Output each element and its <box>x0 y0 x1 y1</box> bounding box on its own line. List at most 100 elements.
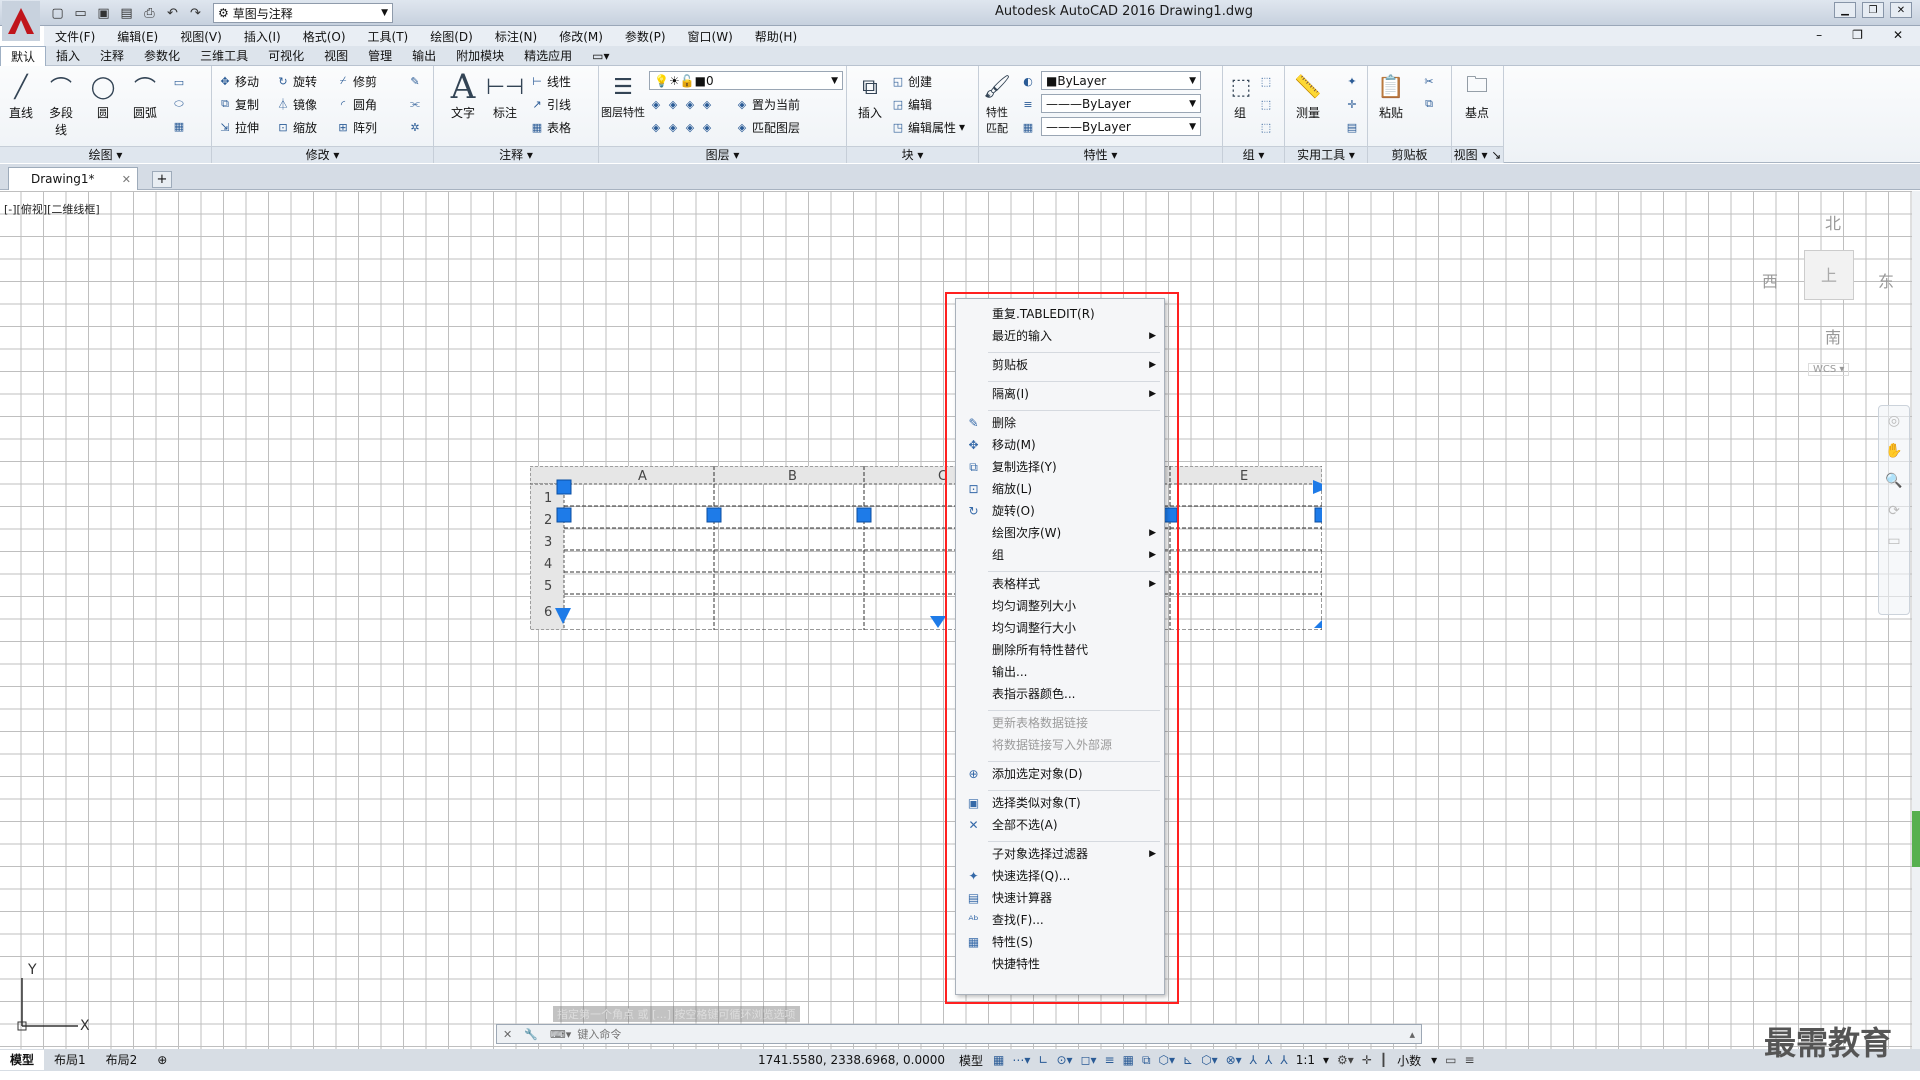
polar-icon[interactable]: ⊙▾ <box>1052 1053 1076 1067</box>
tab-annotate[interactable]: 注释 <box>90 46 134 66</box>
tab-addins[interactable]: 附加模块 <box>446 46 514 66</box>
grip-top-left[interactable] <box>556 479 572 495</box>
row-label-6[interactable]: 6 <box>544 605 552 620</box>
row-label-2[interactable]: 2 <box>544 513 552 528</box>
viewcube[interactable]: 北 西 东 南 上 WCS ▾ <box>1760 200 1900 380</box>
copy-clip-button[interactable]: ⧉ <box>1422 94 1436 114</box>
line-button[interactable]: ╱ 直线 <box>4 70 38 121</box>
menu-tools[interactable]: 工具(T) <box>357 28 420 45</box>
nav-tools-icon[interactable]: ◎ ✋ 🔍 ⟳ ▭ <box>1879 406 1909 556</box>
annotation-visibility-icon[interactable]: ⅄ <box>1246 1053 1261 1067</box>
osnap-icon[interactable]: ◻▾ <box>1077 1053 1101 1067</box>
column-label-a[interactable]: A <box>638 469 647 484</box>
tab-model[interactable]: 模型 <box>0 1050 45 1070</box>
maximize-button[interactable]: ❐ <box>1862 2 1884 18</box>
new-file-icon[interactable]: ▢ <box>48 4 67 23</box>
tab-output[interactable]: 输出 <box>402 46 446 66</box>
hatch-button[interactable]: ▦ <box>172 116 186 136</box>
workspace-selector[interactable]: ⚙ 草图与注释 ▼ <box>213 3 393 23</box>
chevron-up-icon[interactable]: ▴ <box>1403 1028 1421 1041</box>
rotate-button[interactable]: ↻ 旋转 <box>276 71 317 91</box>
grip-column-down-arrow[interactable] <box>930 616 946 628</box>
layer-dropdown[interactable]: 💡☀🔓■ 0 ▼ <box>649 71 843 90</box>
selection-filter-icon[interactable]: ⬡▾ <box>1197 1053 1222 1067</box>
circle-button[interactable]: ◯ 圆 <box>86 70 120 121</box>
layer-tools-row1[interactable]: ◈ ◈ ◈ ◈ <box>649 94 714 114</box>
add-layout-icon[interactable]: ⊕ <box>147 1050 177 1070</box>
viewcube-east[interactable]: 东 <box>1878 268 1894 292</box>
linetype-dropdown[interactable]: ——— ByLayer ▼ <box>1041 94 1201 113</box>
open-file-icon[interactable]: ▭ <box>71 4 90 23</box>
row-label-3[interactable]: 3 <box>544 535 552 550</box>
tab-3d-tools[interactable]: 三维工具 <box>190 46 258 66</box>
new-tab-button[interactable]: + <box>152 171 172 188</box>
viewcube-top-face[interactable]: 上 <box>1804 250 1854 300</box>
modify-panel-title[interactable]: 修改 ▾ <box>212 146 433 163</box>
doc-minimize-icon[interactable]: – <box>1805 28 1833 42</box>
copy-button[interactable]: ⧉ 复制 <box>218 94 259 114</box>
scroll-thumb[interactable] <box>1912 811 1920 867</box>
scale-chevron-icon[interactable]: ▾ <box>1319 1053 1333 1067</box>
quick-properties-icon[interactable]: ▭ <box>1441 1053 1460 1067</box>
close-tab-icon[interactable]: ✕ <box>122 173 131 186</box>
units-selector[interactable]: 小数 <box>1391 1052 1427 1069</box>
workspace-gear-icon[interactable]: ⚙▾ <box>1333 1053 1358 1067</box>
group-select-button[interactable]: ⬚ <box>1259 117 1273 137</box>
grip-column-a[interactable] <box>556 507 572 523</box>
column-label-b[interactable]: B <box>788 469 797 484</box>
layers-panel-title[interactable]: 图层 ▾ <box>599 146 846 163</box>
annotation-scale-icon[interactable]: ⅄ <box>1276 1053 1291 1067</box>
row-label-4[interactable]: 4 <box>544 557 552 572</box>
group-button[interactable]: ⬚ 组 <box>1225 70 1255 121</box>
polyline-button[interactable]: ⌒ 多段线 <box>44 70 78 138</box>
wrench-icon[interactable]: 🔧 <box>518 1028 544 1041</box>
viewcube-south[interactable]: 南 <box>1825 324 1841 348</box>
auto-scale-icon[interactable]: ⅄ <box>1261 1053 1276 1067</box>
menu-format[interactable]: 格式(O) <box>292 28 357 45</box>
tab-visualize[interactable]: 可视化 <box>258 46 314 66</box>
ortho-icon[interactable]: ∟ <box>1034 1053 1052 1067</box>
tab-default[interactable]: 默认 <box>0 45 47 66</box>
gizmo-icon[interactable]: ⊗▾ <box>1222 1053 1246 1067</box>
menu-parametric[interactable]: 参数(P) <box>614 28 677 45</box>
linear-button[interactable]: ⊢ 线性 <box>530 71 571 91</box>
menu-insert[interactable]: 插入(I) <box>233 28 292 45</box>
grip-column-b[interactable] <box>706 507 722 523</box>
doc-close-icon[interactable]: ✕ <box>1882 28 1914 42</box>
quick-select-button[interactable]: ✦ <box>1345 71 1359 91</box>
grip-corner-arrow[interactable] <box>1314 612 1322 628</box>
snap-icon[interactable]: ⋯▾ <box>1008 1053 1034 1067</box>
tab-drawing1[interactable]: Drawing1* ✕ <box>8 167 138 190</box>
viewport-controls-label[interactable]: [-][俯视][二维线框] <box>4 201 100 217</box>
color-dropdown[interactable]: ■ ByLayer ▼ <box>1041 71 1201 90</box>
rectangle-button[interactable]: ▭ <box>172 72 186 92</box>
fillet-button[interactable]: ◜ 圆角 <box>336 94 377 114</box>
calculator-button[interactable]: ▤ <box>1345 117 1359 137</box>
doc-restore-icon[interactable]: ❐ <box>1841 28 1874 42</box>
stretch-button[interactable]: ⇲ 拉伸 <box>218 117 259 137</box>
groups-panel-title[interactable]: 组 ▾ <box>1223 146 1284 163</box>
edit-block-button[interactable]: ◲ 编辑 <box>891 94 932 114</box>
menu-window[interactable]: 窗口(W) <box>677 28 744 45</box>
draw-panel-title[interactable]: 绘图 ▾ <box>0 146 211 163</box>
lineweight-toggle-icon[interactable]: ≡ <box>1101 1053 1119 1067</box>
plus-status-icon[interactable]: ✛ <box>1358 1053 1376 1067</box>
units-chevron-icon[interactable]: ▾ <box>1427 1053 1441 1067</box>
dynamic-ucs-icon[interactable]: ⊾ <box>1179 1053 1197 1067</box>
coordinates-readout[interactable]: 1741.5580, 2338.6968, 0.0000 <box>750 1053 953 1067</box>
command-input[interactable] <box>577 1027 1404 1041</box>
explode-button[interactable]: ✲ <box>408 117 422 137</box>
group-edit-button[interactable]: ⬚ <box>1259 94 1273 114</box>
minimize-button[interactable]: ▁ <box>1834 2 1856 18</box>
move-button[interactable]: ✥ 移动 <box>218 71 259 91</box>
wcs-dropdown[interactable]: WCS ▾ <box>1808 363 1850 376</box>
selection-cycling-icon[interactable]: ⧉ <box>1138 1053 1155 1068</box>
tab-layout1[interactable]: 布局1 <box>44 1050 96 1070</box>
close-command-icon[interactable]: ✕ <box>497 1028 518 1041</box>
tab-manage[interactable]: 管理 <box>358 46 402 66</box>
set-current-button[interactable]: ◈ 置为当前 <box>735 94 800 114</box>
mirror-button[interactable]: ⏃ 镜像 <box>276 94 318 114</box>
color-wheel-button[interactable]: ◐ <box>1021 71 1035 91</box>
offset-button[interactable]: ⫘ <box>408 94 422 114</box>
transparency-button[interactable]: ▦ <box>1021 117 1035 137</box>
